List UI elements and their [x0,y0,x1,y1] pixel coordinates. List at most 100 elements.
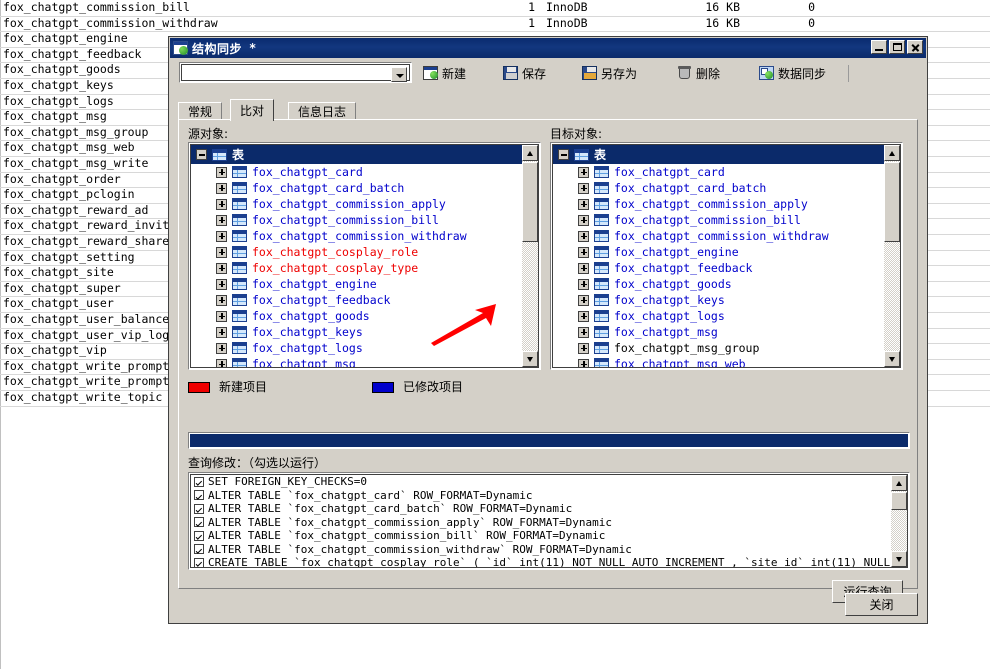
tree-item[interactable]: fox_chatgpt_commission_apply [553,196,900,212]
tree-item[interactable]: fox_chatgpt_card [553,164,900,180]
expand-icon[interactable] [578,167,589,178]
tree-item[interactable]: fox_chatgpt_commission_bill [191,212,538,228]
expand-icon[interactable] [216,327,227,338]
expand-icon[interactable] [216,247,227,258]
expand-icon[interactable] [216,263,227,274]
tree-item[interactable]: fox_chatgpt_feedback [553,260,900,276]
target-tree-scrollbar[interactable] [884,145,900,367]
collapse-icon[interactable] [558,149,569,160]
maximize-button[interactable] [889,40,905,54]
expand-icon[interactable] [578,311,589,322]
close-window-button[interactable] [907,40,923,54]
tree-item[interactable]: fox_chatgpt_commission_bill [553,212,900,228]
expand-icon[interactable] [578,247,589,258]
tree-item[interactable]: fox_chatgpt_msg [553,324,900,340]
query-row-checkbox[interactable] [194,490,204,500]
dialog-titlebar[interactable]: 结构同步 * [170,38,926,58]
query-row[interactable]: SET FOREIGN_KEY_CHECKS=0 [191,475,890,489]
target-scroll-down-icon[interactable] [884,351,900,367]
query-row-checkbox[interactable] [194,477,204,487]
expand-icon[interactable] [216,295,227,306]
query-row[interactable]: CREATE TABLE `fox_chatgpt_cosplay_role` … [191,556,890,567]
minimize-button[interactable] [871,40,887,54]
expand-icon[interactable] [578,279,589,290]
expand-icon[interactable] [578,183,589,194]
new-button[interactable]: 新建 [423,63,466,83]
target-tree-root[interactable]: 表 [553,145,900,164]
expand-icon[interactable] [216,215,227,226]
delete-button[interactable]: 删除 [677,63,720,83]
query-row-checkbox[interactable] [194,544,204,554]
save-button[interactable]: 保存 [503,63,546,83]
expand-icon[interactable] [216,359,227,368]
tree-item[interactable]: fox_chatgpt_commission_apply [191,196,538,212]
source-objects-tree[interactable]: 表 fox_chatgpt_cardfox_chatgpt_card_batch… [188,142,541,370]
tree-item[interactable]: fox_chatgpt_goods [191,308,538,324]
source-scroll-thumb[interactable] [522,162,538,242]
query-row-checkbox[interactable] [194,517,204,527]
tree-item[interactable]: fox_chatgpt_msg [191,356,538,367]
expand-icon[interactable] [216,231,227,242]
expand-icon[interactable] [216,183,227,194]
tree-item[interactable]: fox_chatgpt_card_batch [553,180,900,196]
target-objects-tree[interactable]: 表 fox_chatgpt_cardfox_chatgpt_card_batch… [550,142,903,370]
expand-icon[interactable] [216,167,227,178]
tab-info-log[interactable]: 信息日志 [288,102,356,120]
tree-item[interactable]: fox_chatgpt_cosplay_type [191,260,538,276]
tree-item[interactable]: fox_chatgpt_cosplay_role [191,244,538,260]
query-scroll-thumb[interactable] [891,492,907,510]
tree-item[interactable]: fox_chatgpt_keys [191,324,538,340]
expand-icon[interactable] [578,215,589,226]
source-scroll-up-icon[interactable] [522,145,538,161]
expand-icon[interactable] [578,263,589,274]
query-row[interactable]: ALTER TABLE `fox_chatgpt_card_batch` ROW… [191,502,890,516]
source-scroll-down-icon[interactable] [522,351,538,367]
chevron-down-icon[interactable] [391,67,407,82]
close-dialog-button[interactable]: 关闭 [845,593,918,616]
tab-general[interactable]: 常规 [178,102,222,120]
query-row[interactable]: ALTER TABLE `fox_chatgpt_commission_bill… [191,529,890,543]
tree-item[interactable]: fox_chatgpt_engine [191,276,538,292]
query-list[interactable]: SET FOREIGN_KEY_CHECKS=0 ALTER TABLE `fox… [188,472,910,570]
profile-combobox[interactable] [179,62,412,83]
tree-item[interactable]: fox_chatgpt_engine [553,244,900,260]
query-row-checkbox[interactable] [194,531,204,541]
target-scroll-thumb[interactable] [884,162,900,242]
tree-item[interactable]: fox_chatgpt_keys [553,292,900,308]
query-row[interactable]: ALTER TABLE `fox_chatgpt_commission_appl… [191,516,890,530]
host-table-row[interactable]: fox_chatgpt_commission_withdraw1InnoDB16… [0,16,990,33]
query-scroll-up-icon[interactable] [891,475,907,491]
tree-item[interactable]: fox_chatgpt_logs [191,340,538,356]
data-sync-button[interactable]: 数据同步 [759,63,826,83]
expand-icon[interactable] [578,327,589,338]
expand-icon[interactable] [578,295,589,306]
tree-item[interactable]: fox_chatgpt_commission_withdraw [553,228,900,244]
query-row-checkbox[interactable] [194,558,204,567]
query-row[interactable]: ALTER TABLE `fox_chatgpt_commission_with… [191,543,890,557]
tree-item[interactable]: fox_chatgpt_card [191,164,538,180]
query-list-scrollbar[interactable] [891,475,907,567]
tab-compare[interactable]: 比对 [230,99,274,121]
tree-item[interactable]: fox_chatgpt_card_batch [191,180,538,196]
host-table-row[interactable]: fox_chatgpt_commission_bill1InnoDB16 KB0 [0,0,990,17]
expand-icon[interactable] [216,279,227,290]
tree-item[interactable]: fox_chatgpt_goods [553,276,900,292]
source-tree-root[interactable]: 表 [191,145,538,164]
expand-icon[interactable] [578,199,589,210]
expand-icon[interactable] [216,311,227,322]
query-row-checkbox[interactable] [194,504,204,514]
query-scroll-down-icon[interactable] [891,551,907,567]
tree-item[interactable]: fox_chatgpt_commission_withdraw [191,228,538,244]
collapse-icon[interactable] [196,149,207,160]
save-as-button[interactable]: 另存为 [582,63,637,83]
tree-item[interactable]: fox_chatgpt_logs [553,308,900,324]
target-scroll-up-icon[interactable] [884,145,900,161]
expand-icon[interactable] [578,343,589,354]
source-tree-scrollbar[interactable] [522,145,538,367]
expand-icon[interactable] [578,359,589,368]
tree-item[interactable]: fox_chatgpt_feedback [191,292,538,308]
tree-item[interactable]: fox_chatgpt_msg_group [553,340,900,356]
tree-item[interactable]: fox_chatgpt_msg_web [553,356,900,367]
expand-icon[interactable] [216,343,227,354]
expand-icon[interactable] [216,199,227,210]
